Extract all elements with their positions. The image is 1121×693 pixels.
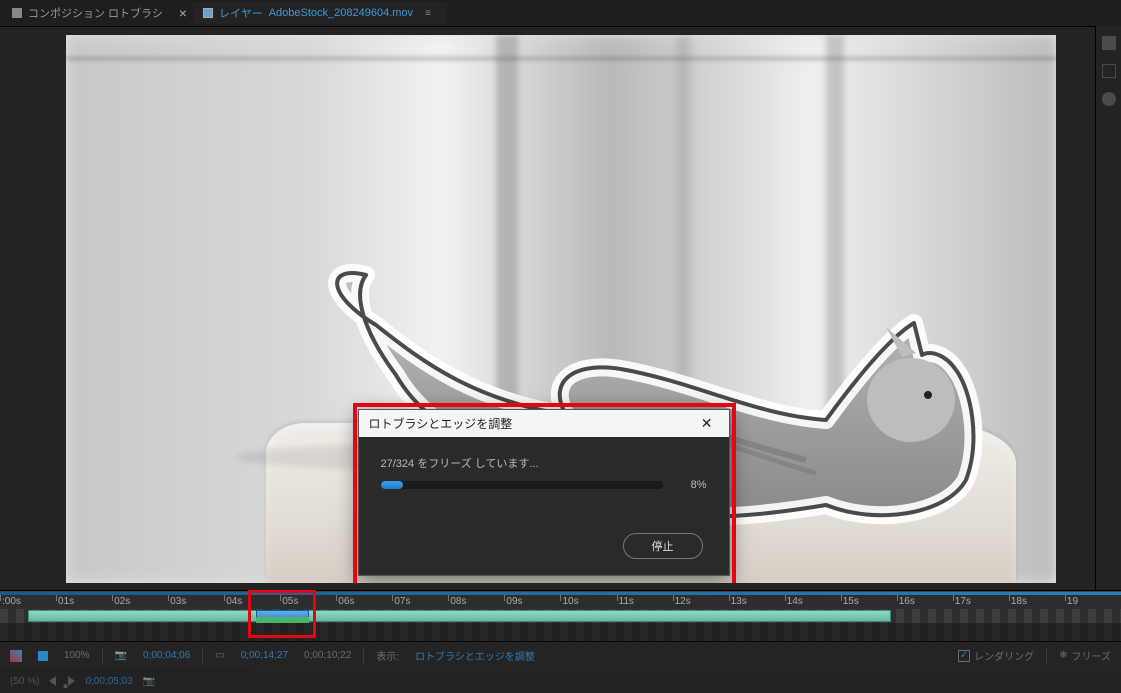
ruler-tick: 05s: [280, 592, 336, 609]
composition-icon: [12, 8, 22, 18]
ruler-tick: :00s: [0, 592, 56, 609]
tab-close[interactable]: ×: [175, 5, 191, 21]
timecode-in[interactable]: 0;00;04;06: [139, 650, 194, 661]
progress-bar: [381, 481, 663, 489]
viewport-panel: ロトブラシとエッジを調整 ✕ 27/324 をフリーズ しています... 8% …: [0, 26, 1121, 590]
view-label: 表示:: [372, 648, 403, 663]
track-row[interactable]: [0, 623, 1121, 641]
layer-icon: [203, 8, 213, 18]
close-icon[interactable]: ✕: [695, 415, 719, 432]
tab-label: コンポジション ロトブラシ: [28, 5, 163, 21]
roto-span[interactable]: [28, 610, 891, 622]
progress-fill: [381, 481, 404, 489]
timecode-out[interactable]: 0;00;14;27: [237, 650, 292, 661]
ruler-tick: 03s: [168, 592, 224, 609]
camera-icon[interactable]: 📷: [143, 676, 155, 687]
stop-button[interactable]: 停止: [623, 533, 703, 559]
ruler-tick: 17s: [953, 592, 1009, 609]
timecode-duration[interactable]: 0;00;10;22: [300, 650, 355, 661]
tool-icon[interactable]: [1102, 92, 1116, 106]
layer-viewport[interactable]: ロトブラシとエッジを調整 ✕ 27/324 をフリーズ しています... 8% …: [66, 35, 1056, 583]
ruler-tick: 06s: [336, 592, 392, 609]
tool-icon[interactable]: [1102, 64, 1116, 78]
ruler-tick: 10s: [560, 592, 616, 609]
tab-composition[interactable]: コンポジション ロトブラシ: [2, 2, 173, 24]
dialog-title-text: ロトブラシとエッジを調整: [369, 415, 513, 432]
channel-icon[interactable]: [34, 651, 52, 661]
time-ruler[interactable]: :00s01s02s03s04s05s06s07s08s09s10s11s12s…: [0, 591, 1121, 609]
ruler-tick: 14s: [785, 592, 841, 609]
tab-menu-icon[interactable]: ≡: [419, 8, 437, 19]
nav-arrows[interactable]: ●: [49, 676, 75, 686]
snapshot-icon[interactable]: 📷: [111, 650, 131, 661]
progress-percent: 8%: [677, 479, 707, 491]
ruler-tick: 08s: [448, 592, 504, 609]
right-toolstrip: [1095, 26, 1121, 590]
rendering-label: レンダリング: [974, 648, 1034, 663]
timeline-panel: :00s01s02s03s04s05s06s07s08s09s10s11s12s…: [0, 590, 1121, 641]
ruler-tick: 07s: [392, 592, 448, 609]
region-icon[interactable]: ▭: [211, 650, 228, 661]
snowflake-icon: ❄: [1059, 650, 1067, 661]
view-options-bar: 100% 📷 0;00;04;06 ▭ 0;00;14;27 0;00;10;2…: [0, 641, 1121, 669]
dialog-titlebar[interactable]: ロトブラシとエッジを調整 ✕: [359, 410, 729, 437]
tab-prefix: レイヤー: [219, 5, 263, 21]
next-icon[interactable]: [68, 676, 75, 686]
view-mode-select[interactable]: ロトブラシとエッジを調整: [411, 648, 539, 663]
ruler-tick: 12s: [673, 592, 729, 609]
alpha-toggle-icon[interactable]: [6, 650, 26, 662]
tool-icon[interactable]: [1102, 36, 1116, 50]
roto-span-row[interactable]: [0, 609, 1121, 623]
ruler-tick: 04s: [224, 592, 280, 609]
tab-filename: AdobeStock_208249604.mov: [269, 7, 413, 19]
ruler-tick: 13s: [729, 592, 785, 609]
rendering-toggle[interactable]: ✓ レンダリング: [954, 648, 1038, 663]
ruler-tick: 02s: [112, 592, 168, 609]
freeze-label: フリーズ: [1072, 648, 1112, 663]
zoom-level[interactable]: 100%: [60, 650, 94, 661]
current-timecode[interactable]: 0;00;05;03: [85, 676, 132, 687]
ruler-tick: 16s: [897, 592, 953, 609]
ruler-tick: 15s: [841, 592, 897, 609]
dialog-status-text: 27/324 をフリーズ しています...: [381, 455, 707, 471]
ruler-tick: 09s: [504, 592, 560, 609]
tab-layer[interactable]: レイヤー AdobeStock_208249604.mov ≡: [193, 2, 447, 24]
footer-bar: (50 %) ● 0;00;05;03 📷: [0, 669, 1121, 693]
roto-freeze-dialog: ロトブラシとエッジを調整 ✕ 27/324 をフリーズ しています... 8% …: [358, 409, 730, 576]
ruler-tick: 19: [1065, 592, 1121, 609]
checkbox-icon: ✓: [958, 650, 970, 662]
ruler-tick: 11s: [617, 592, 673, 609]
ruler-tick: 01s: [56, 592, 112, 609]
prev-icon[interactable]: [49, 676, 56, 686]
viewer-zoom[interactable]: (50 %): [10, 676, 39, 687]
ruler-tick: 18s: [1009, 592, 1065, 609]
freeze-button[interactable]: ❄ フリーズ: [1055, 648, 1115, 663]
